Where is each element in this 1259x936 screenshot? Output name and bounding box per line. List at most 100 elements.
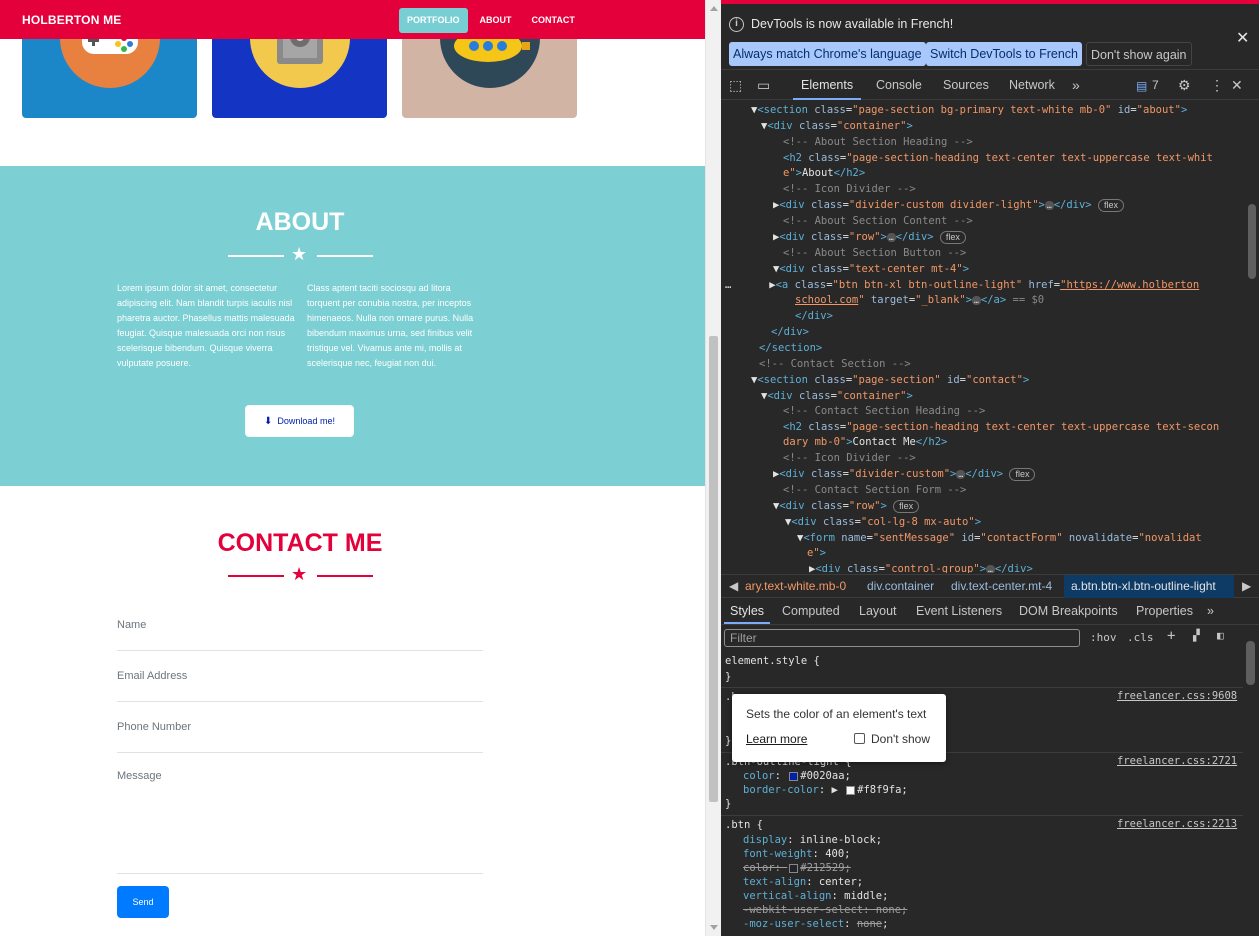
dom-node[interactable]: ▼<div class="container"> xyxy=(761,388,913,404)
tab-computed[interactable]: Computed xyxy=(782,599,840,624)
learn-more-link[interactable]: Learn more xyxy=(746,732,807,746)
device-toolbar-icon[interactable]: ▭ xyxy=(757,77,770,94)
scroll-down-arrow[interactable] xyxy=(710,925,718,930)
style-rule-selector[interactable]: .btn { xyxy=(725,818,763,832)
style-declaration[interactable]: text-align: center; xyxy=(743,875,863,889)
stylesheet-link[interactable]: freelancer.css:2721 xyxy=(1117,755,1237,767)
style-declaration-overridden[interactable]: -webkit-user-select: none; xyxy=(743,903,907,917)
sidebar-toggle-icon[interactable]: ◧ xyxy=(1217,629,1224,642)
styles-scrollbar-thumb[interactable] xyxy=(1246,641,1255,685)
name-field[interactable]: Name xyxy=(117,619,483,651)
elements-tree[interactable]: ▼<section class="page-section bg-primary… xyxy=(721,101,1243,573)
dom-node[interactable]: ▶<div class="control-group">… </div> xyxy=(809,561,1033,573)
nav-portfolio[interactable]: PORTFOLIO xyxy=(399,8,468,33)
dom-comment[interactable]: <!-- Contact Section Form --> xyxy=(783,482,966,498)
send-button[interactable]: Send xyxy=(117,886,169,918)
gear-icon[interactable]: ⚙ xyxy=(1178,77,1191,94)
close-devtools-icon[interactable]: ✕ xyxy=(1231,77,1243,94)
message-field[interactable]: Message xyxy=(117,770,483,874)
breadcrumb-item-selected[interactable]: a.btn.btn-xl.btn-outline-light xyxy=(1064,575,1234,598)
close-icon[interactable]: ✕ xyxy=(1236,28,1249,48)
breadcrumb-item[interactable]: ary.text-white.mb-0 xyxy=(745,575,846,598)
more-tabs-icon[interactable]: » xyxy=(1207,599,1214,624)
dom-node[interactable]: <h2 class="page-section-heading text-cen… xyxy=(783,419,1219,435)
tab-styles[interactable]: Styles xyxy=(724,599,771,624)
style-declaration[interactable]: border-color: ▶ #f8f9fa; xyxy=(743,783,908,797)
match-language-button[interactable]: Always match Chrome's language xyxy=(729,42,926,66)
dom-node[interactable]: </div> xyxy=(771,324,809,340)
dom-node[interactable]: </section> xyxy=(759,340,822,356)
style-declaration[interactable]: vertical-align: middle; xyxy=(743,889,888,903)
dom-node[interactable]: ▼<div class="container"> xyxy=(761,118,913,134)
tab-elements[interactable]: Elements xyxy=(793,71,862,100)
scrollbar-thumb[interactable] xyxy=(709,336,718,802)
hov-toggle[interactable]: :hov xyxy=(1090,631,1117,644)
paint-icon[interactable]: ▞ xyxy=(1193,629,1200,642)
dom-comment[interactable]: <!-- Contact Section --> xyxy=(759,356,911,372)
dom-node[interactable]: ▼<div class="row"> flex xyxy=(773,498,920,514)
kebab-menu-icon[interactable]: ⋮ xyxy=(1210,77,1224,94)
dom-node[interactable]: ▼<section class="page-section bg-primary… xyxy=(751,102,1187,118)
dom-node[interactable]: e"> xyxy=(807,545,826,561)
dom-node-selected[interactable]: school.com" target="_blank">… </a> == $0 xyxy=(795,292,1044,308)
style-declaration[interactable]: color: #0020aa; xyxy=(743,769,851,783)
dom-node[interactable]: ▼<section class="page-section" id="conta… xyxy=(751,372,1029,388)
nav-contact[interactable]: CONTACT xyxy=(522,8,585,33)
elements-scrollbar[interactable] xyxy=(1246,101,1259,573)
dom-node[interactable]: ▼<div class="text-center mt-4"> xyxy=(773,261,969,277)
styles-filter-input[interactable]: Filter xyxy=(724,629,1080,647)
dom-node[interactable]: ▼<form name="sentMessage" id="contactFor… xyxy=(797,530,1202,546)
issues-icon[interactable]: ▤ xyxy=(1136,79,1147,93)
breadcrumb-item[interactable]: div.text-center.mt-4 xyxy=(951,575,1052,598)
dom-node[interactable]: dary mb-0">Contact Me</h2> xyxy=(783,434,947,450)
breadcrumb-right-arrow[interactable]: ▶ xyxy=(1242,575,1251,598)
issues-count[interactable]: 7 xyxy=(1152,71,1159,100)
tab-dom-breakpoints[interactable]: DOM Breakpoints xyxy=(1019,599,1118,624)
style-declaration[interactable]: font-weight: 400; xyxy=(743,847,850,861)
more-tabs-icon[interactable]: » xyxy=(1072,77,1080,93)
new-rule-icon[interactable]: + xyxy=(1167,628,1175,644)
stylesheet-link[interactable]: freelancer.css:9608 xyxy=(1117,690,1237,702)
dom-node[interactable]: <h2 class="page-section-heading text-cen… xyxy=(783,150,1213,166)
dom-node[interactable]: </div> xyxy=(795,308,833,324)
style-declaration-overridden[interactable]: color: #212529; xyxy=(743,861,851,875)
phone-field[interactable]: Phone Number xyxy=(117,721,483,753)
tab-layout[interactable]: Layout xyxy=(859,599,897,624)
tab-sources[interactable]: Sources xyxy=(943,71,989,100)
cls-toggle[interactable]: .cls xyxy=(1127,631,1154,644)
page-scrollbar[interactable] xyxy=(705,0,721,936)
breadcrumb-left-arrow[interactable]: ◀ xyxy=(729,575,738,598)
email-field[interactable]: Email Address xyxy=(117,670,483,702)
inspect-icon[interactable]: ⬚ xyxy=(729,77,742,94)
dom-node[interactable]: ▶<div class="divider-custom">… </div> fle… xyxy=(773,466,1036,482)
dom-comment[interactable]: <!-- About Section Heading --> xyxy=(783,134,973,150)
dont-show-checkbox[interactable] xyxy=(854,733,865,744)
nav-about[interactable]: ABOUT xyxy=(470,8,522,33)
dom-comment[interactable]: <!-- Contact Section Heading --> xyxy=(783,403,985,419)
dom-comment[interactable]: <!-- Icon Divider --> xyxy=(783,181,916,197)
dom-comment[interactable]: <!-- About Section Button --> xyxy=(783,245,966,261)
style-declaration[interactable]: display: inline-block; xyxy=(743,833,882,847)
style-declaration[interactable]: -moz-user-select: none; xyxy=(743,917,888,931)
dom-node[interactable]: e">About</h2> xyxy=(783,165,865,181)
dom-node[interactable]: ▶<div class="row">… </div> flex xyxy=(773,229,966,245)
dom-comment[interactable]: <!-- About Section Content --> xyxy=(783,213,973,229)
switch-french-button[interactable]: Switch DevTools to French xyxy=(926,42,1082,66)
tab-event-listeners[interactable]: Event Listeners xyxy=(916,599,1002,624)
dom-comment[interactable]: <!-- Icon Divider --> xyxy=(783,450,916,466)
tab-properties[interactable]: Properties xyxy=(1136,599,1193,624)
dom-node[interactable]: ▶<div class="divider-custom divider-ligh… xyxy=(773,197,1124,213)
dom-node-selected[interactable]: … ▶<a class="btn btn-xl btn-outline-ligh… xyxy=(725,277,1199,293)
dom-node[interactable]: ▼<div class="col-lg-8 mx-auto"> xyxy=(785,514,981,530)
elements-scrollbar-thumb[interactable] xyxy=(1248,204,1256,279)
tab-network[interactable]: Network xyxy=(1009,71,1055,100)
stylesheet-link[interactable]: freelancer.css:2213 xyxy=(1117,818,1237,830)
download-button[interactable]: ⬇ Download me! xyxy=(245,405,354,437)
brand-logo[interactable]: HOLBERTON ME xyxy=(22,13,122,27)
style-rule-selector[interactable]: element.style { xyxy=(725,654,820,668)
breadcrumb-item[interactable]: div.container xyxy=(867,575,934,598)
dont-show-label[interactable]: Don't show xyxy=(871,732,930,746)
dont-show-again-button[interactable]: Don't show again xyxy=(1086,42,1192,66)
scroll-up-arrow[interactable] xyxy=(710,6,718,11)
tab-console[interactable]: Console xyxy=(876,71,922,100)
